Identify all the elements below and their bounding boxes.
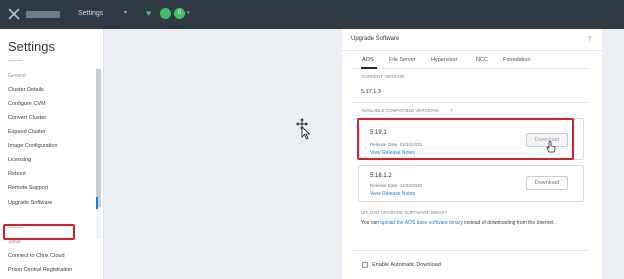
automatic-download-checkbox[interactable] [362,262,368,268]
upload-binary-label: UPLOAD UPGRADE SOFTWARE BINARY [361,210,448,215]
status-ok-icon[interactable] [160,8,171,19]
sidebar-scrollbar-thumb[interactable] [96,69,101,207]
status-dropdown-icon[interactable]: ▾ [187,10,190,16]
sidebar-title: Settings [8,39,55,54]
upload-binary-text: You can upload the AOS base software bin… [361,219,597,228]
upload-binary-link[interactable]: upload the AOS base software binary [380,220,463,226]
tab-file-server[interactable]: File Server [389,57,416,63]
sidebar-item-cluster-details[interactable]: Cluster Details [8,87,44,93]
available-versions-help-icon[interactable]: ? [450,108,453,113]
sidebar-item-remote-support[interactable]: Remote Support [8,185,48,191]
settings-sidebar: Settings General Cluster Details Configu… [0,29,104,279]
tabs-divider [351,68,589,69]
chevron-down-icon[interactable]: ▾ [124,9,127,16]
tab-ncc[interactable]: NCC [476,57,488,63]
view-release-notes-link[interactable]: View Release Notes [370,191,415,197]
cluster-name-redacted[interactable] [26,11,60,18]
sidebar-item-prism-central-registration[interactable]: Prism Central Registration [8,267,72,273]
sidebar-item-expand-cluster[interactable]: Expand Cluster [8,129,46,135]
version-number: 5.18.1.2 [370,173,392,179]
active-tab-underline [361,67,377,69]
automatic-download-label: Enable Automatic Download [372,262,441,268]
help-icon[interactable]: ? [588,37,591,43]
alert-count-badge[interactable]: 0 [174,8,185,19]
upgrade-software-highlight [3,224,75,240]
tab-hypervisor[interactable]: Hypervisor [431,57,457,63]
current-version-label: CURRENT VERSION [361,74,405,79]
sidebar-item-licensing[interactable]: Licensing [8,157,31,163]
sidebar-item-upgrade-software[interactable]: Upgrade Software [8,200,52,206]
top-nav-bar: Settings ▾ ♥ 0 ▾ [0,0,624,29]
health-heart-icon[interactable]: ♥ [146,8,151,18]
current-version-value: 5.17.1.3 [361,89,381,95]
release-date: Release Date: 11/23/2020 [370,183,422,188]
sidebar-item-reboot[interactable]: Reboot [8,171,26,177]
active-item-marker [96,197,98,209]
upload-text-before: You can [361,220,381,226]
panel-title: Upgrade Software [351,36,400,42]
upload-text-after: instead of downloading from the Internet… [462,220,555,226]
sidebar-item-connect-citrix-cloud[interactable]: Connect to Citrix Cloud [8,253,65,259]
nutanix-logo-icon[interactable] [8,8,20,20]
sidebar-divider [8,60,23,61]
section-general-label: General [8,73,26,79]
section-divider [351,102,589,103]
sidebar-item-image-configuration[interactable]: Image Configuration [8,143,58,149]
tab-foundation[interactable]: Foundation [503,57,531,63]
arrow-cursor-icon [301,126,311,140]
sidebar-item-convert-cluster[interactable]: Convert Cluster [8,115,46,121]
section-divider [351,250,589,251]
nav-title[interactable]: Settings [78,10,103,17]
available-versions-label: AVAILABLE COMPATIBLE VERSIONS [361,108,439,113]
download-button[interactable]: Download [526,176,568,190]
sidebar-item-configure-cvm[interactable]: Configure CVM [8,101,46,107]
version-highlight [357,118,574,160]
tab-aos[interactable]: AOS [362,57,374,63]
hand-cursor-icon [546,141,556,153]
